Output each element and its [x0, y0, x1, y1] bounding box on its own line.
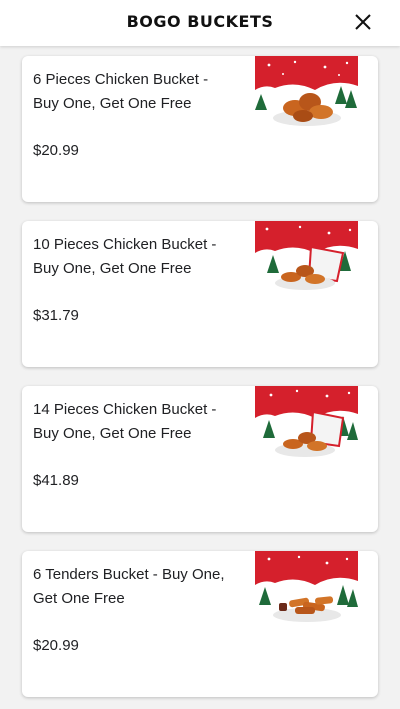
product-card[interactable]: 14 Pieces Chicken Bucket - Buy One, Get …	[22, 386, 378, 532]
product-name: 10 Pieces Chicken Bucket - Buy One, Get …	[33, 236, 217, 277]
product-card[interactable]: 6 Tenders Bucket - Buy One, Get One Free…	[22, 551, 378, 697]
page-title: BOGO BUCKETS	[126, 12, 274, 31]
chicken-bucket-image	[255, 221, 358, 299]
close-icon[interactable]	[352, 11, 374, 33]
product-price: $41.89	[33, 472, 79, 489]
product-price: $20.99	[33, 142, 79, 159]
product-name: 6 Pieces Chicken Bucket - Buy One, Get O…	[33, 71, 209, 112]
app-header: BOGO BUCKETS	[0, 0, 400, 46]
product-price: $31.79	[33, 307, 79, 324]
product-price: $20.99	[33, 637, 79, 654]
product-card[interactable]: 6 Pieces Chicken Bucket - Buy One, Get O…	[22, 56, 378, 202]
tenders-image	[255, 551, 358, 629]
product-name: 14 Pieces Chicken Bucket - Buy One, Get …	[33, 401, 217, 442]
chicken-bucket-image	[255, 386, 358, 464]
chicken-bucket-image	[255, 56, 358, 134]
product-name: 6 Tenders Bucket - Buy One, Get One Free	[33, 566, 225, 607]
product-card[interactable]: 10 Pieces Chicken Bucket - Buy One, Get …	[22, 221, 378, 367]
